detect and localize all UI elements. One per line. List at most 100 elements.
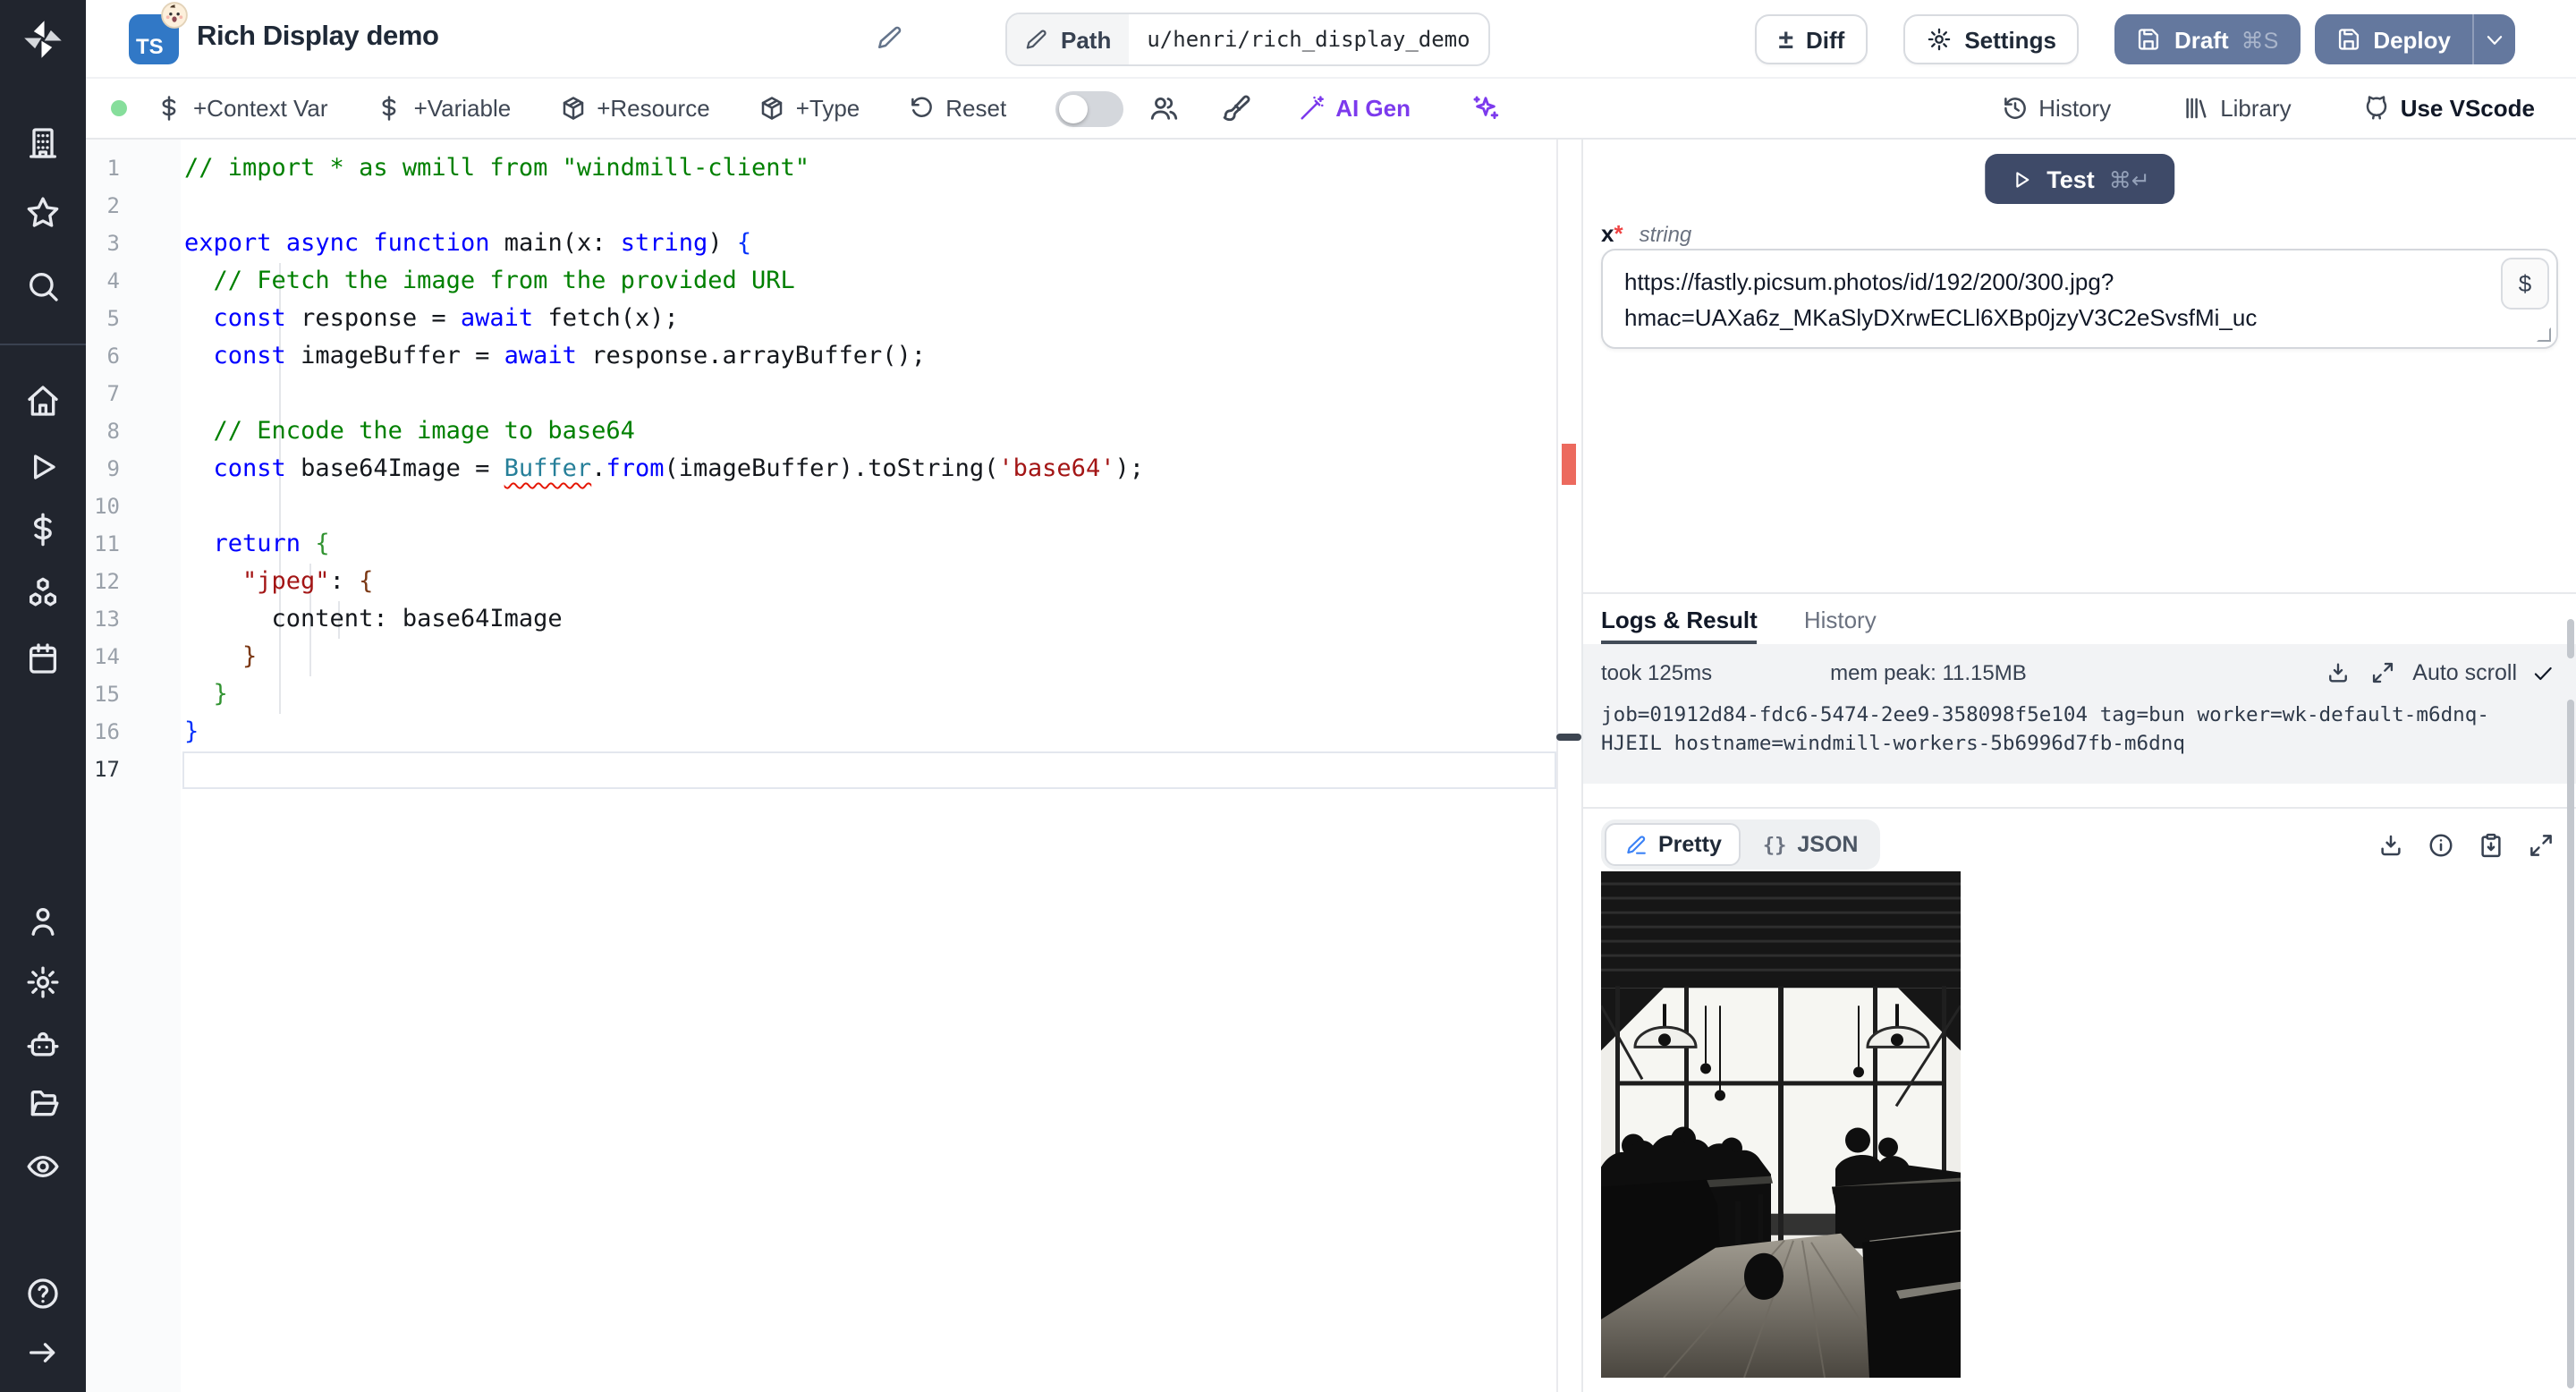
- duration-text: took 125ms: [1601, 660, 1713, 685]
- magic-wand-icon: [1298, 95, 1325, 122]
- add-resource-button[interactable]: +Resource: [559, 95, 710, 122]
- argument-x-input[interactable]: https://fastly.picsum.photos/id/192/200/…: [1601, 249, 2558, 349]
- deploy-button[interactable]: Deploy: [2314, 14, 2472, 64]
- use-vscode-button[interactable]: Use VScode: [2363, 95, 2535, 122]
- code-line[interactable]: 7: [86, 376, 1556, 413]
- diff-button[interactable]: ± Diff: [1755, 14, 1868, 64]
- user-icon: [25, 904, 61, 939]
- logs-scrollbar[interactable]: [2567, 619, 2574, 658]
- multiplayer-users-icon[interactable]: [1148, 93, 1178, 123]
- json-chip[interactable]: {} JSON: [1745, 823, 1877, 866]
- pretty-chip[interactable]: Pretty: [1605, 823, 1741, 866]
- expand-logs-icon[interactable]: [2369, 660, 2394, 685]
- sidebar: [0, 0, 86, 1392]
- sidebar-item-runs[interactable]: [25, 449, 61, 485]
- panel-scrollbar[interactable]: [2567, 700, 2574, 1388]
- sidebar-item-variables[interactable]: [25, 512, 61, 547]
- sidebar-divider: [0, 344, 86, 345]
- sidebar-item-workspace[interactable]: [25, 125, 61, 161]
- code-line[interactable]: 9 const base64Image = Buffer.from(imageB…: [86, 451, 1556, 488]
- pen-icon: [1624, 833, 1648, 856]
- code-line[interactable]: 15 }: [86, 676, 1556, 714]
- windmill-logo-icon[interactable]: [20, 16, 66, 63]
- editor-toolbar: +Context Var +Variable +Resource +Type R…: [86, 79, 2576, 140]
- draft-button[interactable]: Draft ⌘S: [2114, 14, 2301, 64]
- draft-shortcut: ⌘S: [2241, 28, 2279, 53]
- logs-box: took 125ms mem peak: 11.15MB Auto scroll…: [1583, 644, 2576, 784]
- history-button[interactable]: History: [2001, 95, 2111, 122]
- boxes-icon: [25, 574, 61, 610]
- code-line[interactable]: 11 return {: [86, 526, 1556, 564]
- panel-resize-handle[interactable]: [1556, 734, 1581, 741]
- history-clock-icon: [2001, 95, 2028, 122]
- ai-gen-button[interactable]: AI Gen: [1298, 95, 1411, 122]
- path-chip[interactable]: Path u/henri/rich_display_demo: [1005, 13, 1490, 66]
- code-line[interactable]: 16}: [86, 714, 1556, 751]
- sidebar-item-help[interactable]: [25, 1276, 61, 1311]
- library-button[interactable]: Library: [2182, 95, 2292, 122]
- argument-value-line2: hmac=UAXa6z_MKaSlyDXrwECLl6XBp0jzyV3C2eS…: [1624, 304, 2258, 331]
- code-line[interactable]: 3 export async function main(x: string) {: [86, 225, 1556, 263]
- code-line[interactable]: 10: [86, 488, 1556, 526]
- code-line[interactable]: 5 const response = await fetch(x);: [86, 301, 1556, 338]
- reset-button[interactable]: Reset: [908, 95, 1006, 122]
- auto-scroll-checkbox[interactable]: [2531, 661, 2555, 684]
- expand-result-icon[interactable]: [2528, 831, 2555, 858]
- copy-result-icon[interactable]: [2478, 831, 2504, 858]
- test-shortcut: ⌘↵: [2108, 167, 2150, 192]
- sidebar-item-schedules[interactable]: [25, 641, 61, 676]
- ai-sparkles-icon[interactable]: [1470, 93, 1500, 123]
- multiplayer-toggle[interactable]: [1055, 90, 1123, 126]
- test-button[interactable]: Test ⌘↵: [1984, 154, 2175, 204]
- code-line[interactable]: 4 // Fetch the image from the provided U…: [86, 263, 1556, 301]
- download-logs-icon[interactable]: [2325, 660, 2350, 685]
- add-variable-button[interactable]: +Variable: [377, 95, 511, 122]
- sidebar-item-resources[interactable]: [25, 574, 61, 610]
- save-icon: [2335, 27, 2360, 52]
- error-marker: [1562, 444, 1576, 485]
- search-icon: [25, 268, 61, 304]
- tab-history[interactable]: History: [1804, 594, 1877, 644]
- sidebar-item-favorites[interactable]: [25, 195, 61, 231]
- sidebar-item-audit-logs[interactable]: [25, 1149, 61, 1184]
- dollar-icon: [377, 95, 403, 122]
- building-icon: [25, 125, 61, 161]
- sidebar-item-folders[interactable]: [25, 1086, 61, 1122]
- gear-icon: [1927, 27, 1952, 52]
- settings-button[interactable]: Settings: [1903, 14, 2080, 64]
- code-line[interactable]: 2: [86, 188, 1556, 225]
- format-code-brush-icon[interactable]: [1221, 93, 1251, 123]
- code-line[interactable]: 6 const imageBuffer = await response.arr…: [86, 338, 1556, 376]
- code-editor[interactable]: 1// import * as wmill from "windmill-cli…: [86, 140, 1581, 1392]
- user-emoji-avatar: [161, 2, 188, 29]
- tab-logs-and-result[interactable]: Logs & Result: [1601, 594, 1758, 644]
- sidebar-item-search[interactable]: [25, 268, 61, 304]
- package-icon: [559, 95, 586, 122]
- info-icon[interactable]: [2428, 831, 2454, 858]
- code-line[interactable]: 14 }: [86, 639, 1556, 676]
- download-result-icon[interactable]: [2377, 831, 2404, 858]
- edit-summary-pencil-icon[interactable]: [877, 25, 903, 52]
- sidebar-item-users[interactable]: [25, 904, 61, 939]
- code-line[interactable]: 1// import * as wmill from "windmill-cli…: [86, 150, 1556, 188]
- chevron-down-icon: [2483, 28, 2506, 51]
- run-panel: Test ⌘↵ x * string https://fastly.picsum.…: [1581, 140, 2576, 1392]
- pencil-icon: [1025, 28, 1048, 51]
- code-line[interactable]: 17: [86, 751, 1556, 789]
- help-circle-icon: [25, 1276, 61, 1311]
- add-type-button[interactable]: +Type: [758, 95, 860, 122]
- sidebar-item-settings[interactable]: [25, 964, 61, 1000]
- vscode-cat-icon: [2363, 95, 2390, 122]
- deploy-dropdown-button[interactable]: [2472, 14, 2515, 64]
- sidebar-item-workers[interactable]: [25, 1027, 61, 1063]
- insert-variable-button[interactable]: $: [2501, 258, 2549, 310]
- result-view-switch: Pretty {} JSON: [1601, 819, 1880, 870]
- code-line[interactable]: 13 content: base64Image: [86, 601, 1556, 639]
- argument-value-line1: https://fastly.picsum.photos/id/192/200/…: [1624, 268, 2114, 295]
- deploy-button-group: Deploy: [2314, 14, 2515, 64]
- add-context-var-button[interactable]: +Context Var: [156, 95, 328, 122]
- sidebar-expand-button[interactable]: [25, 1335, 61, 1371]
- sidebar-item-home[interactable]: [25, 383, 61, 419]
- code-line[interactable]: 12 "jpeg": {: [86, 564, 1556, 601]
- code-line[interactable]: 8 // Encode the image to base64: [86, 413, 1556, 451]
